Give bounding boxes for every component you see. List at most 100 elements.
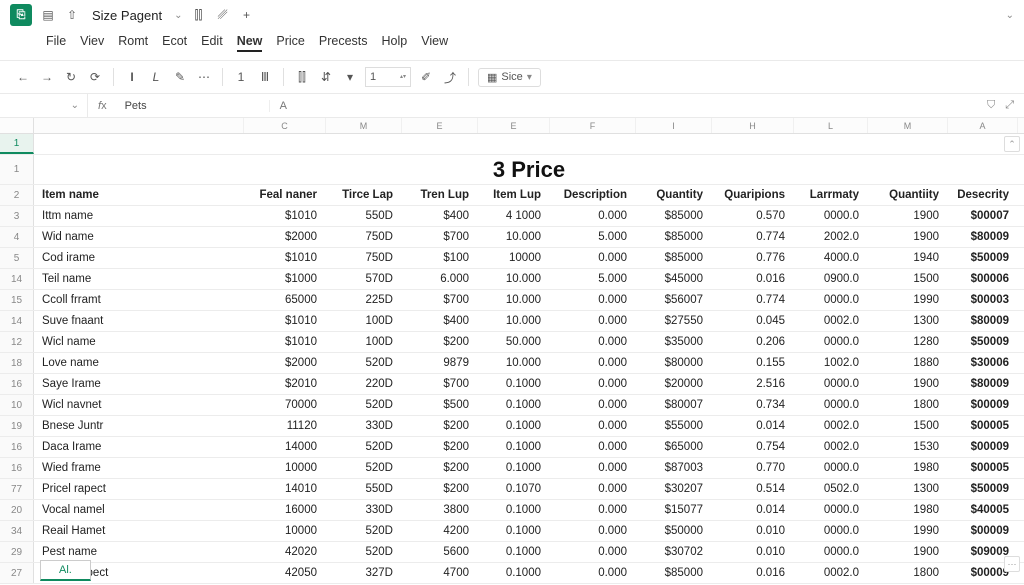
cell[interactable]: 0.000 xyxy=(550,311,636,331)
cell[interactable]: 1940 xyxy=(868,248,948,268)
row-number[interactable]: 2 xyxy=(0,185,34,205)
cell[interactable]: 2.516 xyxy=(712,374,794,394)
column-header-cell[interactable]: Quaripions xyxy=(712,185,794,205)
cell[interactable]: 330D xyxy=(326,500,402,520)
cell[interactable]: 1900 xyxy=(868,542,948,562)
cell[interactable]: 0000.0 xyxy=(794,332,868,352)
cell[interactable]: 0.000 xyxy=(550,479,636,499)
cell[interactable]: 0.1000 xyxy=(478,437,550,457)
cell[interactable]: $85000 xyxy=(636,563,712,583)
cell[interactable]: $65000 xyxy=(636,437,712,457)
cell[interactable]: Bnese Juntr xyxy=(34,416,244,436)
cell[interactable]: 0002.0 xyxy=(794,311,868,331)
cell[interactable]: 0.000 xyxy=(550,353,636,373)
cell[interactable]: $85000 xyxy=(636,248,712,268)
cell[interactable]: 11120 xyxy=(244,416,326,436)
row-number[interactable]: 14 xyxy=(0,269,34,289)
row-number[interactable]: 12 xyxy=(0,332,34,352)
row-number[interactable]: 19 xyxy=(0,416,34,436)
column-header-cell[interactable]: Item Lup xyxy=(478,185,550,205)
cell[interactable]: 0000.0 xyxy=(794,542,868,562)
cell[interactable]: Wied frame xyxy=(34,458,244,478)
add-tab-icon[interactable]: + xyxy=(239,7,255,23)
cell[interactable]: $15077 xyxy=(636,500,712,520)
menu-view[interactable]: View xyxy=(421,34,448,52)
cell[interactable]: 0.774 xyxy=(712,290,794,310)
cell[interactable]: $50009 xyxy=(948,332,1018,352)
cell[interactable]: 0.014 xyxy=(712,416,794,436)
cell[interactable]: 1300 xyxy=(868,479,948,499)
cell[interactable]: 0.514 xyxy=(712,479,794,499)
row-number[interactable]: 15 xyxy=(0,290,34,310)
minimize-icon[interactable]: ⌄ xyxy=(1006,10,1014,21)
menu-holp[interactable]: Holp xyxy=(382,34,408,52)
menu-romt[interactable]: Romt xyxy=(118,34,148,52)
cell[interactable]: 0.000 xyxy=(550,206,636,226)
cell[interactable]: Wicl name xyxy=(34,332,244,352)
cell[interactable]: Suve fnaant xyxy=(34,311,244,331)
cell[interactable]: 9879 xyxy=(402,353,478,373)
row-number[interactable]: 18 xyxy=(0,353,34,373)
cell[interactable]: Saye Irame xyxy=(34,374,244,394)
column-header-cell[interactable]: Feal naner xyxy=(244,185,326,205)
italic-icon[interactable]: L xyxy=(147,68,165,86)
cell[interactable]: 0.770 xyxy=(712,458,794,478)
share-icon[interactable]: ⇧ xyxy=(64,7,80,23)
cell[interactable]: $85000 xyxy=(636,227,712,247)
cell[interactable]: $30207 xyxy=(636,479,712,499)
doc-icon[interactable]: ▤ xyxy=(40,7,56,23)
options-button[interactable]: ⋯ xyxy=(1004,556,1020,572)
cell[interactable]: $00009 xyxy=(948,437,1018,457)
menu-precests[interactable]: Precests xyxy=(319,34,368,52)
column-header-cell[interactable]: Quantiity xyxy=(868,185,948,205)
cell[interactable]: $27550 xyxy=(636,311,712,331)
menu-new[interactable]: New xyxy=(237,34,263,52)
cell[interactable]: 0.155 xyxy=(712,353,794,373)
cell[interactable]: Cod irame xyxy=(34,248,244,268)
cell[interactable]: 0002.0 xyxy=(794,563,868,583)
cell[interactable]: 0000.0 xyxy=(794,206,868,226)
cell[interactable]: 10.000 xyxy=(478,311,550,331)
cell[interactable]: 750D xyxy=(326,248,402,268)
column-header[interactable]: H xyxy=(712,118,794,133)
cell[interactable]: $30702 xyxy=(636,542,712,562)
formula-input[interactable]: Pets xyxy=(117,100,269,112)
reload-icon[interactable]: ⟳ xyxy=(86,68,104,86)
cell[interactable]: $1000 xyxy=(244,269,326,289)
cell[interactable]: 70000 xyxy=(244,395,326,415)
column-header[interactable] xyxy=(34,118,244,133)
cell[interactable]: Vocal namel xyxy=(34,500,244,520)
sheet-tab-active[interactable]: Al. xyxy=(40,560,91,581)
cell[interactable]: $400 xyxy=(402,206,478,226)
bold-icon[interactable]: I xyxy=(123,68,141,86)
cell[interactable]: 1990 xyxy=(868,290,948,310)
bars-icon[interactable]: ␥ xyxy=(215,7,231,23)
cell[interactable]: 0.570 xyxy=(712,206,794,226)
cell[interactable]: 65000 xyxy=(244,290,326,310)
cell[interactable]: $400 xyxy=(402,311,478,331)
cell[interactable]: 0502.0 xyxy=(794,479,868,499)
cell[interactable]: Wicl navnet xyxy=(34,395,244,415)
cell[interactable]: 0.734 xyxy=(712,395,794,415)
cell[interactable]: 0.1000 xyxy=(478,395,550,415)
cell[interactable]: $00009 xyxy=(948,395,1018,415)
cell[interactable]: $50000 xyxy=(636,521,712,541)
cell[interactable]: 520D xyxy=(326,458,402,478)
cell[interactable]: $1010 xyxy=(244,206,326,226)
cell[interactable]: 750D xyxy=(326,227,402,247)
cell[interactable]: 1500 xyxy=(868,416,948,436)
cell[interactable]: 10.000 xyxy=(478,269,550,289)
cell[interactable]: $56007 xyxy=(636,290,712,310)
cell[interactable]: 0.000 xyxy=(550,395,636,415)
menu-edit[interactable]: Edit xyxy=(201,34,223,52)
cell[interactable]: 0.754 xyxy=(712,437,794,457)
cell[interactable]: $00006 xyxy=(948,269,1018,289)
cell[interactable]: 4200 xyxy=(402,521,478,541)
number-icon[interactable]: 1 xyxy=(232,68,250,86)
row-number[interactable]: 29 xyxy=(0,542,34,562)
person-icon[interactable]: ⛉ xyxy=(987,99,995,112)
cell[interactable]: $80009 xyxy=(948,311,1018,331)
menu-viev[interactable]: Viev xyxy=(80,34,104,52)
cell[interactable]: Teil name xyxy=(34,269,244,289)
cell[interactable]: 5600 xyxy=(402,542,478,562)
